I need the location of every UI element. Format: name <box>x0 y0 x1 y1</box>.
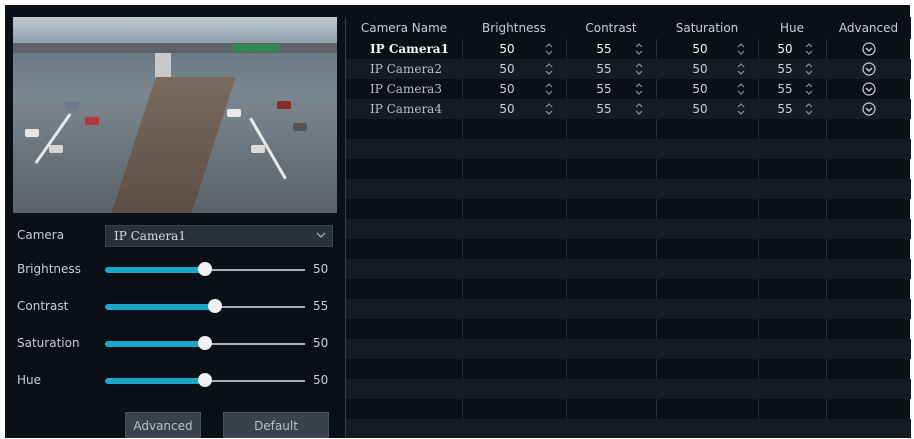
saturation-value: 50 <box>313 336 329 350</box>
hue-label: Hue <box>17 373 42 387</box>
empty-row <box>346 159 911 179</box>
spinner-icon[interactable] <box>634 62 644 76</box>
contrast-label: Contrast <box>17 299 69 313</box>
advanced-button[interactable]: Advanced <box>125 412 201 438</box>
camera-name-cell: IP Camera3 <box>370 82 442 96</box>
advanced-cell <box>826 79 911 99</box>
camera-name-cell: IP Camera1 <box>370 42 449 56</box>
brightness-cell[interactable]: 50 <box>462 99 552 119</box>
column-header: Camera Name <box>360 21 448 35</box>
spinner-icon[interactable] <box>736 102 746 116</box>
spinner-icon[interactable] <box>804 82 814 96</box>
advanced-cell <box>826 59 911 79</box>
brightness-label: Brightness <box>17 262 81 276</box>
brightness-cell[interactable]: 50 <box>462 39 552 59</box>
empty-row <box>346 199 911 219</box>
empty-row <box>346 399 911 419</box>
column-header: Saturation <box>675 21 739 35</box>
contrast-cell[interactable]: 55 <box>566 59 642 79</box>
empty-row <box>346 319 911 339</box>
empty-row <box>346 239 911 259</box>
contrast-cell[interactable]: 55 <box>566 39 642 59</box>
brightness-slider-thumb[interactable] <box>198 262 212 276</box>
saturation-label: Saturation <box>17 336 80 350</box>
contrast-cell[interactable]: 55 <box>566 79 642 99</box>
spinner-icon[interactable] <box>544 102 554 116</box>
brightness-cell[interactable]: 50 <box>462 79 552 99</box>
empty-row <box>346 259 911 279</box>
contrast-value: 55 <box>313 299 329 313</box>
empty-row <box>346 359 911 379</box>
empty-row <box>346 279 911 299</box>
column-header: Hue <box>779 21 804 35</box>
column-header: Brightness <box>482 21 546 35</box>
empty-row <box>346 339 911 359</box>
empty-row <box>346 419 911 438</box>
chevron-circle-down-icon[interactable] <box>861 42 876 56</box>
image-config-window: Camera IP Camera1 Brightness 50 Contrast… <box>5 5 911 438</box>
chevron-down-icon <box>316 232 326 238</box>
camera-select-value: IP Camera1 <box>114 229 186 243</box>
hue-slider[interactable] <box>105 373 305 387</box>
contrast-slider[interactable] <box>105 299 305 313</box>
spinner-icon[interactable] <box>736 42 746 56</box>
spinner-icon[interactable] <box>544 82 554 96</box>
chevron-circle-down-icon[interactable] <box>861 82 876 96</box>
brightness-value: 50 <box>313 262 329 276</box>
table-row[interactable]: IP Camera3 50 55 50 55 <box>346 79 911 99</box>
saturation-cell[interactable]: 50 <box>656 79 744 99</box>
spinner-icon[interactable] <box>804 42 814 56</box>
saturation-slider-thumb[interactable] <box>198 336 212 350</box>
brightness-cell[interactable]: 50 <box>462 59 552 79</box>
spinner-icon[interactable] <box>736 82 746 96</box>
camera-name-cell: IP Camera2 <box>370 62 442 76</box>
chevron-circle-down-icon[interactable] <box>861 62 876 76</box>
spinner-icon[interactable] <box>634 42 644 56</box>
advanced-cell <box>826 99 911 119</box>
column-header: Contrast <box>585 21 637 35</box>
column-header: Advanced <box>838 21 899 35</box>
empty-row <box>346 119 911 139</box>
spinner-icon[interactable] <box>736 62 746 76</box>
spinner-icon[interactable] <box>804 62 814 76</box>
chevron-circle-down-icon[interactable] <box>861 102 876 116</box>
advanced-cell <box>826 39 911 59</box>
empty-row <box>346 139 911 159</box>
table-row[interactable]: IP Camera4 50 55 50 55 <box>346 99 911 119</box>
saturation-cell[interactable]: 50 <box>656 39 744 59</box>
table-row[interactable]: IP Camera2 50 55 50 55 <box>346 59 911 79</box>
empty-row <box>346 219 911 239</box>
camera-label: Camera <box>17 228 65 242</box>
empty-row <box>346 379 911 399</box>
hue-slider-thumb[interactable] <box>198 373 212 387</box>
saturation-slider[interactable] <box>105 336 305 350</box>
camera-name-cell: IP Camera4 <box>370 102 442 116</box>
table-row[interactable]: IP Camera1 50 55 50 50 <box>346 39 911 59</box>
camera-preview <box>13 17 337 213</box>
spinner-icon[interactable] <box>544 42 554 56</box>
hue-value: 50 <box>313 373 329 387</box>
spinner-icon[interactable] <box>804 102 814 116</box>
contrast-cell[interactable]: 55 <box>566 99 642 119</box>
saturation-cell[interactable]: 50 <box>656 99 744 119</box>
contrast-slider-thumb[interactable] <box>208 299 222 313</box>
brightness-slider[interactable] <box>105 262 305 276</box>
default-button[interactable]: Default <box>223 412 329 438</box>
empty-row <box>346 299 911 319</box>
spinner-icon[interactable] <box>634 102 644 116</box>
spinner-icon[interactable] <box>634 82 644 96</box>
table-header: Camera Name Brightness Contrast Saturati… <box>346 17 911 39</box>
camera-image-table: Camera Name Brightness Contrast Saturati… <box>345 17 911 438</box>
empty-row <box>346 179 911 199</box>
spinner-icon[interactable] <box>544 62 554 76</box>
camera-select[interactable]: IP Camera1 <box>105 225 333 247</box>
saturation-cell[interactable]: 50 <box>656 59 744 79</box>
